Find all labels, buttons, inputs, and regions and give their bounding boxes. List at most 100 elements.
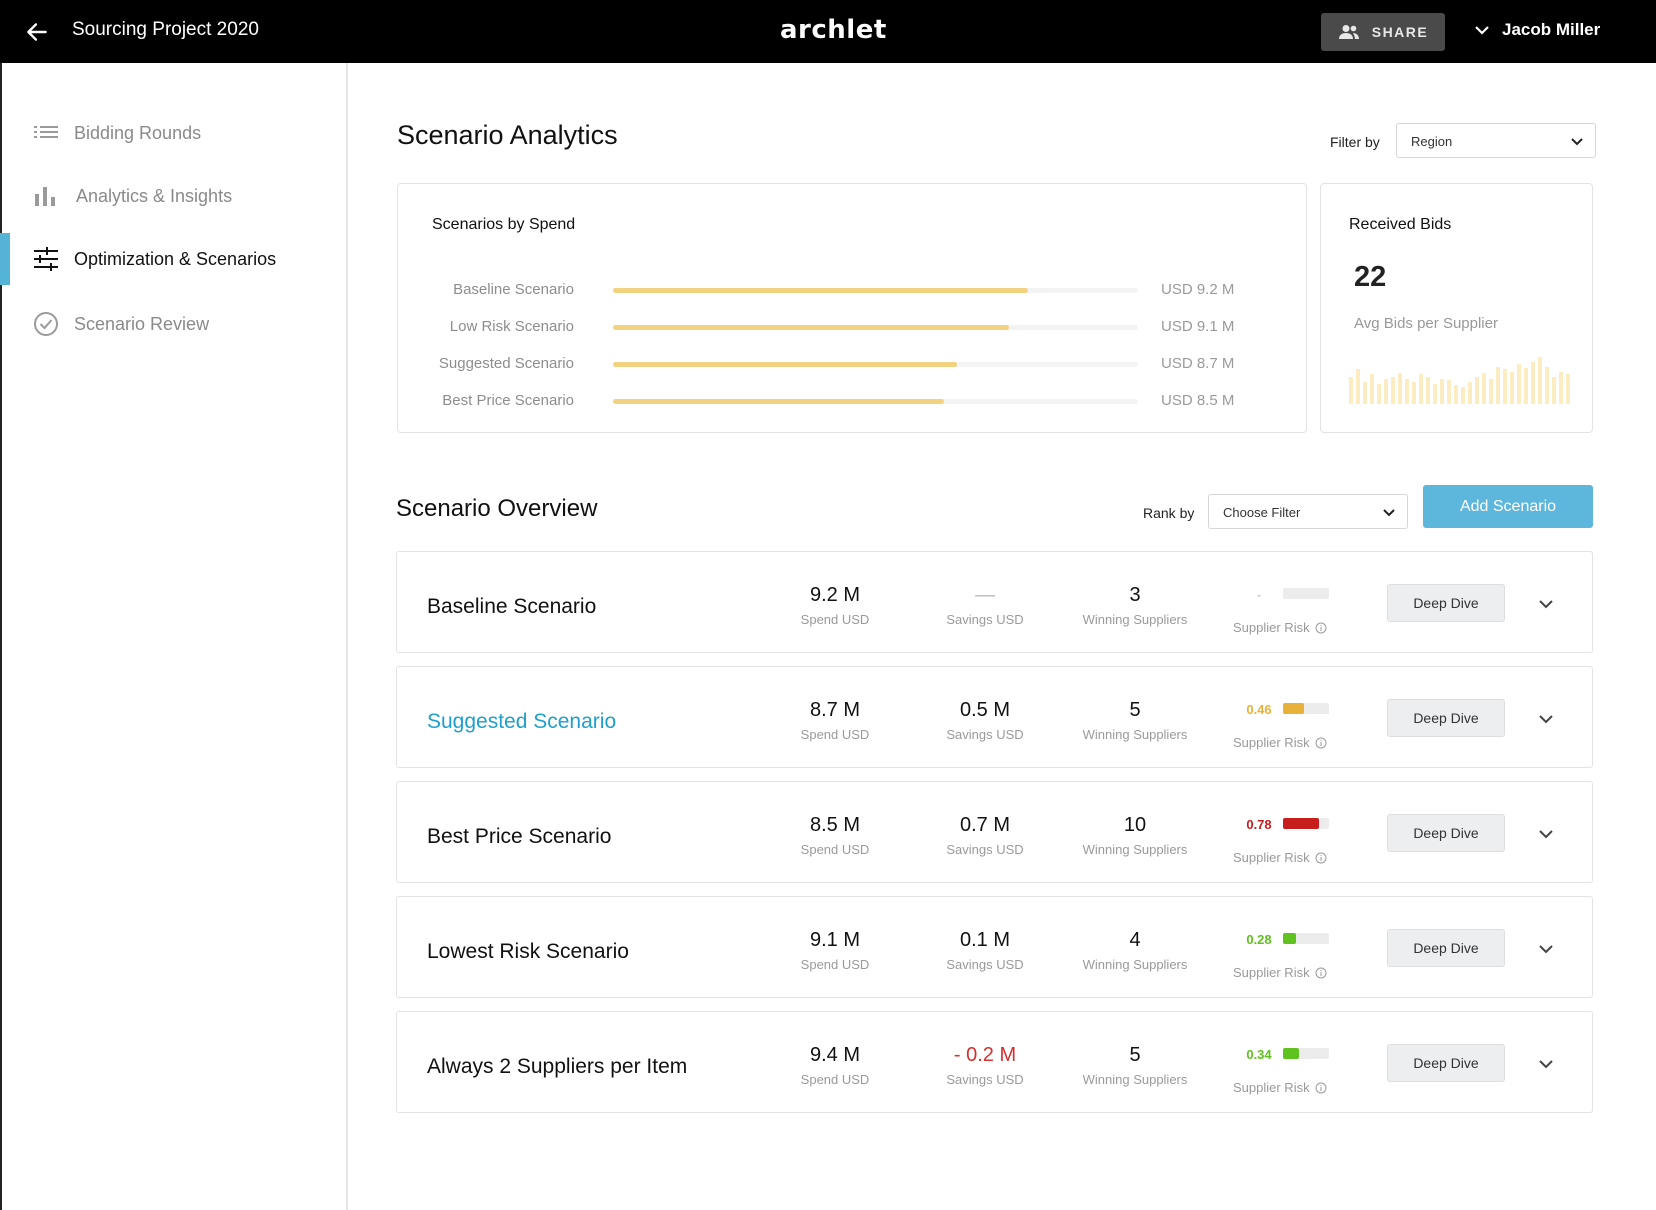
spend-card: Scenarios by Spend Baseline Scenario USD …: [397, 183, 1307, 433]
spend-label: Spend USD: [800, 842, 870, 857]
sidebar-item-optimization[interactable]: Optimization & Scenarios: [0, 233, 348, 285]
info-icon[interactable]: [1315, 967, 1327, 979]
chevron-down-icon: [1571, 138, 1583, 146]
deep-dive-button[interactable]: Deep Dive: [1387, 584, 1505, 622]
savings-label: Savings USD: [946, 957, 1024, 972]
spend-row-name: Best Price Scenario: [442, 392, 574, 409]
scenario-name[interactable]: Baseline Scenario: [427, 595, 596, 619]
suppliers-metric: 10 Winning Suppliers: [1060, 814, 1210, 857]
chevron-down-icon[interactable]: [1536, 1054, 1556, 1074]
rank-select[interactable]: Choose Filter: [1208, 494, 1408, 529]
scenario-name[interactable]: Always 2 Suppliers per Item: [427, 1055, 687, 1079]
histogram-bar: [1405, 379, 1409, 404]
risk-value: 0.46: [1246, 702, 1272, 717]
deep-dive-button[interactable]: Deep Dive: [1387, 929, 1505, 967]
deep-dive-button[interactable]: Deep Dive: [1387, 1044, 1505, 1082]
suppliers-metric: 5 Winning Suppliers: [1060, 1044, 1210, 1087]
scenario-name[interactable]: Suggested Scenario: [427, 710, 616, 734]
filter-value: Region: [1411, 134, 1453, 149]
scenario-row[interactable]: Lowest Risk Scenario 9.1 M Spend USD 0.1 M S…: [396, 896, 1593, 998]
info-icon[interactable]: [1315, 622, 1327, 634]
scenario-row[interactable]: Best Price Scenario 8.5 M Spend USD 0.7 M Sa…: [396, 781, 1593, 883]
spend-value: 9.2 M: [809, 584, 861, 606]
savings-label: Savings USD: [946, 727, 1024, 742]
check-circle-icon: [34, 312, 58, 336]
bids-card-title: Received Bids: [1349, 216, 1452, 233]
scenario-row[interactable]: Suggested Scenario 8.7 M Spend USD 0.5 M Sav…: [396, 666, 1593, 768]
chevron-down-icon: [1475, 26, 1489, 35]
spend-metric: 8.7 M Spend USD: [760, 699, 910, 742]
add-scenario-button[interactable]: Add Scenario: [1423, 485, 1593, 528]
info-icon[interactable]: [1315, 737, 1327, 749]
spend-metric: 9.4 M Spend USD: [760, 1044, 910, 1087]
chevron-down-icon[interactable]: [1536, 824, 1556, 844]
spend-label: Spend USD: [800, 957, 870, 972]
sidebar-item-label: Bidding Rounds: [74, 122, 202, 143]
chevron-down-icon[interactable]: [1536, 939, 1556, 959]
deep-dive-button[interactable]: Deep Dive: [1387, 814, 1505, 852]
suppliers-metric: 3 Winning Suppliers: [1060, 584, 1210, 627]
suppliers-metric: 5 Winning Suppliers: [1060, 699, 1210, 742]
savings-label: Savings USD: [946, 842, 1024, 857]
bids-subtitle: Avg Bids per Supplier: [1354, 315, 1498, 332]
spend-row-name: Suggested Scenario: [438, 355, 574, 372]
spend-row-name: Low Risk Scenario: [449, 318, 574, 335]
histogram-bar: [1412, 381, 1416, 404]
deep-dive-button[interactable]: Deep Dive: [1387, 699, 1505, 737]
risk-label: Supplier Risk: [1233, 620, 1327, 635]
info-icon[interactable]: [1315, 1082, 1327, 1094]
histogram-bar: [1384, 379, 1388, 404]
risk-bar: [1283, 818, 1319, 829]
histogram-bar: [1559, 371, 1563, 404]
spend-bar-track: [613, 362, 1138, 367]
risk-label: Supplier Risk: [1233, 735, 1327, 750]
user-name: Jacob Miller: [1502, 20, 1601, 39]
scenario-row[interactable]: Always 2 Suppliers per Item 9.4 M Spend US…: [396, 1011, 1593, 1113]
page-title: Scenario Analytics: [397, 120, 618, 150]
scenario-name[interactable]: Best Price Scenario: [427, 825, 611, 849]
histogram-bar: [1377, 384, 1381, 404]
user-menu[interactable]: Jacob Miller: [1474, 20, 1600, 40]
suppliers-value: 4: [1129, 929, 1141, 951]
spend-bar: [613, 325, 1010, 330]
sidebar-item-analytics[interactable]: Analytics & Insights: [2, 170, 348, 222]
info-icon[interactable]: [1315, 852, 1327, 864]
back-arrow-icon[interactable]: [24, 19, 50, 45]
spend-row: Baseline Scenario USD 9.2 M: [398, 281, 1258, 301]
top-bar: Sourcing Project 2020 archlet SHARE Jaco…: [0, 0, 1656, 63]
suppliers-metric: 4 Winning Suppliers: [1060, 929, 1210, 972]
histogram-bar: [1517, 364, 1521, 404]
sidebar-item-bidding-rounds[interactable]: Bidding Rounds: [2, 107, 348, 159]
sidebar-item-label: Scenario Review: [74, 313, 210, 334]
share-button[interactable]: SHARE: [1321, 13, 1445, 51]
sliders-icon: [34, 247, 58, 271]
risk-value: 0.28: [1246, 932, 1272, 947]
chevron-down-icon[interactable]: [1536, 594, 1556, 614]
histogram-bar: [1552, 376, 1556, 404]
chevron-down-icon[interactable]: [1536, 709, 1556, 729]
archlet-logo: archlet: [780, 15, 887, 45]
filter-select[interactable]: Region: [1396, 123, 1596, 158]
suppliers-label: Winning Suppliers: [1082, 842, 1188, 857]
bids-histogram: [1349, 354, 1579, 404]
bids-count: 22: [1354, 261, 1387, 293]
spend-bar: [613, 399, 944, 404]
spend-row-amount: USD 8.5 M: [1161, 392, 1235, 409]
suppliers-label: Winning Suppliers: [1082, 727, 1188, 742]
suppliers-value: 3: [1129, 584, 1141, 606]
sidebar-item-scenario-review[interactable]: Scenario Review: [2, 298, 348, 350]
histogram-bar: [1433, 384, 1437, 404]
scenario-name[interactable]: Lowest Risk Scenario: [427, 940, 629, 964]
suppliers-label: Winning Suppliers: [1082, 1072, 1188, 1087]
project-title: Sourcing Project 2020: [72, 19, 259, 40]
suppliers-value: 5: [1129, 699, 1141, 721]
histogram-bar: [1391, 376, 1395, 404]
savings-value: - 0.2 M: [953, 1044, 1017, 1066]
histogram-bar: [1545, 366, 1549, 404]
scenario-row[interactable]: Baseline Scenario 9.2 M Spend USD — Savings …: [396, 551, 1593, 653]
savings-value: 0.1 M: [959, 929, 1011, 951]
spend-bar-track: [613, 325, 1138, 330]
savings-value: 0.7 M: [959, 814, 1011, 836]
suppliers-label: Winning Suppliers: [1082, 957, 1188, 972]
savings-metric: 0.7 M Savings USD: [910, 814, 1060, 857]
